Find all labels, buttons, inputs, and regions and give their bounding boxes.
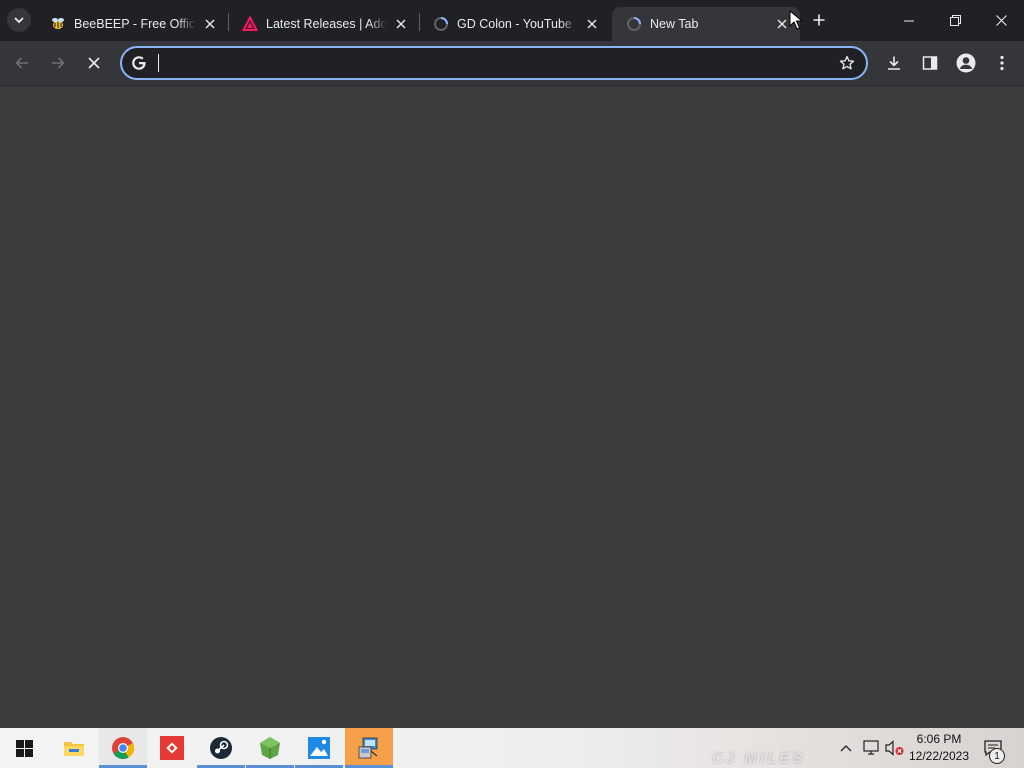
tab-title: Latest Releases | Adoptium: [266, 17, 387, 31]
image-viewer-icon: [308, 737, 330, 759]
restore-button[interactable]: [932, 0, 978, 41]
anydesk-button[interactable]: [148, 728, 196, 768]
close-icon[interactable]: [202, 16, 218, 32]
profile-button[interactable]: [952, 49, 980, 77]
back-button[interactable]: [8, 49, 36, 77]
file-explorer-button[interactable]: [50, 728, 98, 768]
taskbar-clock[interactable]: 6:06 PM 12/22/2023: [904, 730, 974, 766]
page-content: [0, 86, 1024, 728]
download-icon: [888, 56, 900, 70]
chrome-icon: [112, 737, 135, 759]
notification-count-badge: 1: [989, 748, 1005, 764]
address-bar[interactable]: [120, 46, 868, 80]
omnibox-input[interactable]: [156, 52, 816, 74]
close-icon[interactable]: [774, 16, 790, 32]
image-viewer-button[interactable]: [295, 728, 343, 768]
arrow-left-icon: [15, 57, 28, 69]
adoptium-icon: [242, 16, 258, 32]
loading-spinner-icon: [626, 16, 642, 32]
restore-icon: [949, 15, 961, 26]
google-g-icon: [130, 54, 148, 72]
windows-start-icon: [15, 739, 33, 757]
side-panel-icon: [922, 56, 938, 70]
menu-button[interactable]: [988, 49, 1016, 77]
start-button[interactable]: [0, 728, 48, 768]
tab-title: BeeBEEP - Free Office Messenger: [74, 17, 196, 31]
tab-title: GD Colon - YouTube: [457, 17, 572, 31]
tab-youtube[interactable]: GD Colon - YouTube: [419, 7, 610, 41]
downloads-button[interactable]: [880, 49, 908, 77]
close-icon[interactable]: [584, 16, 600, 32]
forward-button[interactable]: [44, 49, 72, 77]
text-caret: [158, 54, 159, 72]
close-icon: [995, 15, 1007, 26]
minecraft-icon: [260, 737, 280, 759]
file-explorer-icon: [64, 742, 84, 756]
tab-beebeep[interactable]: BeeBEEP - Free Office Messenger: [36, 7, 228, 41]
steam-button[interactable]: [197, 728, 245, 768]
chevron-down-icon: [14, 17, 24, 24]
avatar-icon: [956, 53, 976, 73]
minimize-button[interactable]: [886, 0, 932, 41]
clock-date: 12/22/2023: [908, 749, 970, 763]
stop-loading-button[interactable]: [80, 49, 108, 77]
new-tab-button[interactable]: [807, 8, 831, 32]
close-window-button[interactable]: [978, 0, 1024, 41]
arrow-right-icon: [52, 57, 65, 69]
app-installer-icon: [358, 737, 378, 759]
tab-search-button[interactable]: [7, 8, 31, 32]
chrome-taskbar-button[interactable]: [99, 728, 147, 768]
loading-spinner-icon: [433, 16, 449, 32]
side-panel-button[interactable]: [916, 49, 944, 77]
steam-icon: [210, 737, 232, 759]
bookmark-star-icon[interactable]: [838, 54, 856, 72]
tab-new-tab[interactable]: New Tab: [612, 7, 800, 41]
minimize-icon: [904, 20, 914, 21]
browser-toolbar: [0, 41, 1024, 86]
anydesk-icon: [160, 736, 184, 760]
kebab-menu-icon: [1000, 55, 1004, 71]
clock-time: 6:06 PM: [916, 732, 962, 746]
tab-strip: BeeBEEP - Free Office Messenger Latest R…: [0, 0, 1024, 41]
installer-button[interactable]: [345, 728, 393, 768]
plus-icon: [813, 14, 825, 26]
tab-title: New Tab: [650, 17, 699, 31]
tab-adoptium[interactable]: Latest Releases | Adoptium: [228, 7, 419, 41]
mouse-cursor-icon: [789, 10, 803, 30]
bee-icon: [50, 16, 66, 32]
minecraft-button[interactable]: [246, 728, 294, 768]
close-icon[interactable]: [393, 16, 409, 32]
close-icon: [88, 57, 100, 69]
